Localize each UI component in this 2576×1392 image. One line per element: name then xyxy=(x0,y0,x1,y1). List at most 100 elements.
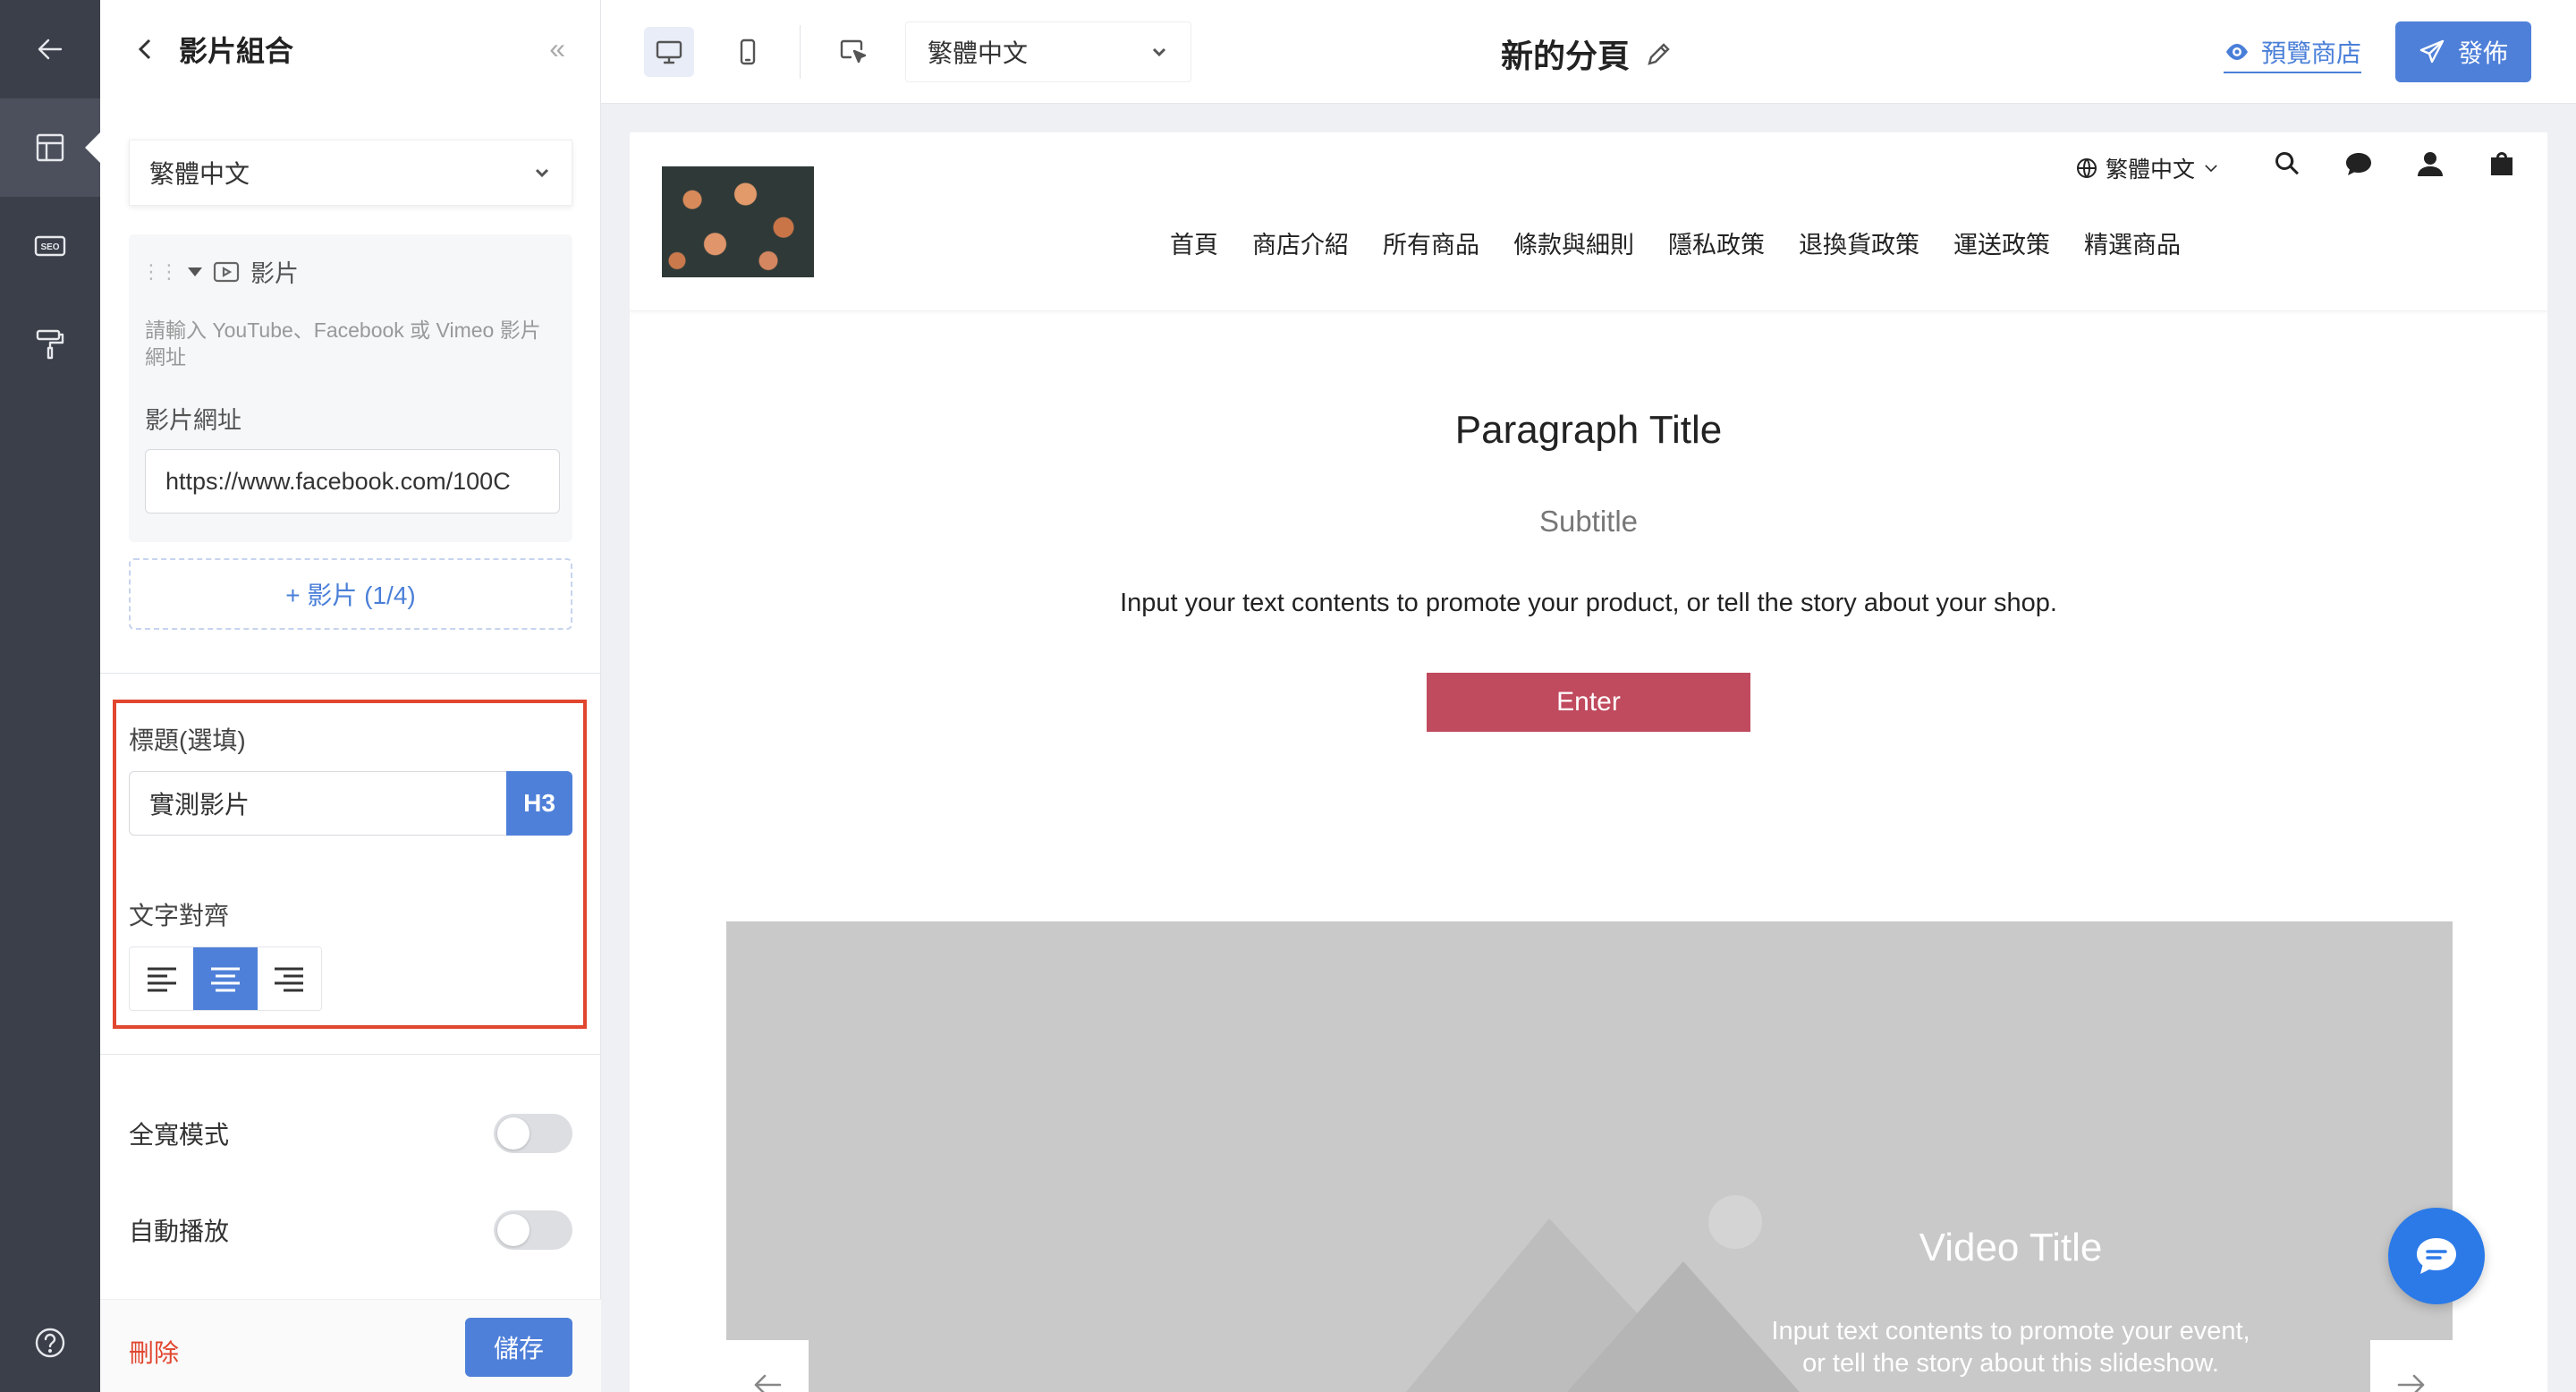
video-item-header[interactable]: ⋮⋮ 影片 xyxy=(141,254,299,289)
autoplay-toggle[interactable] xyxy=(494,1210,572,1250)
collapse-panel-icon[interactable]: « xyxy=(549,32,565,65)
nav-item-featured[interactable]: 精選商品 xyxy=(2084,225,2181,260)
heading-level-button[interactable]: H3 xyxy=(506,771,572,836)
chat-bubble-icon xyxy=(2417,1238,2456,1274)
add-video-button[interactable]: + 影片 (1/4) xyxy=(129,558,572,630)
help-button[interactable] xyxy=(0,1294,100,1392)
publish-label: 發佈 xyxy=(2457,39,2508,67)
back-button[interactable] xyxy=(0,0,100,98)
full-width-label: 全寬模式 xyxy=(129,1121,230,1149)
delete-button[interactable]: 刪除 xyxy=(129,1334,179,1370)
cursor-select-icon xyxy=(840,39,867,64)
paper-plane-icon xyxy=(2419,39,2445,64)
pencil-icon[interactable] xyxy=(1644,38,1674,69)
store-logo[interactable] xyxy=(662,166,814,277)
enter-button[interactable]: Enter xyxy=(1427,673,1750,732)
video-url-input[interactable] xyxy=(145,449,560,514)
video-title: Video Title xyxy=(1919,1226,2103,1269)
nav-item-home[interactable]: 首頁 xyxy=(1170,225,1218,260)
chat-support-button[interactable] xyxy=(2388,1208,2485,1304)
publish-button[interactable]: 發佈 xyxy=(2395,21,2531,82)
user-icon[interactable] xyxy=(2415,149,2445,179)
autoplay-row: 自動播放 xyxy=(129,1208,572,1252)
slide-prev-button[interactable] xyxy=(726,1340,809,1392)
store-header: 繁體中文 首頁 商店介紹 所有商品 條款與細則 隱私政策 退換貨政策 運送政策 … xyxy=(630,132,2547,311)
video-url-hint: 請輸入 YouTube、Facebook 或 Vimeo 影片網址 xyxy=(145,318,541,369)
desktop-view-button[interactable] xyxy=(644,27,694,77)
nav-item-about[interactable]: 商店介紹 xyxy=(1252,225,1349,260)
mobile-icon xyxy=(740,38,756,65)
align-center-button[interactable] xyxy=(193,947,258,1010)
store-language-value: 繁體中文 xyxy=(2106,157,2196,182)
paragraph-body: Input your text contents to promote your… xyxy=(1120,589,2057,617)
arrow-right-icon xyxy=(2397,1374,2425,1392)
layout-icon xyxy=(36,133,64,162)
nav-item-all-products[interactable]: 所有商品 xyxy=(1383,225,1479,260)
cart-icon[interactable] xyxy=(2487,149,2517,179)
chevron-down-icon xyxy=(1152,47,1166,57)
video-description: Input text contents to promote your even… xyxy=(1698,1315,2324,1379)
mobile-view-button[interactable] xyxy=(723,27,773,77)
align-right-button[interactable] xyxy=(258,947,321,1010)
seo-icon: SEO xyxy=(34,235,66,257)
panel-language-select[interactable]: 繁體中文 xyxy=(129,140,572,206)
theme-button[interactable] xyxy=(0,295,100,394)
store-nav: 首頁 商店介紹 所有商品 條款與細則 隱私政策 退換貨政策 運送政策 精選商品 xyxy=(1170,225,2181,260)
sidebar-rail: SEO xyxy=(0,0,100,1392)
page-name-text: 新的分頁 xyxy=(1501,38,1631,74)
text-align-label: 文字對齊 xyxy=(129,902,230,929)
paragraph-subtitle: Subtitle xyxy=(1538,505,1639,538)
heading-label: 標題(選填) xyxy=(129,726,246,754)
store-language-select[interactable]: 繁體中文 xyxy=(2075,152,2220,184)
preview-store-link[interactable]: 預覽商店 xyxy=(2224,34,2362,73)
help-icon xyxy=(35,1328,65,1358)
video-description-line: or tell the story about this slideshow. xyxy=(1802,1349,2219,1378)
chevron-left-icon[interactable] xyxy=(132,36,159,63)
nav-item-returns[interactable]: 退換貨政策 xyxy=(1799,225,1919,260)
globe-icon xyxy=(2077,158,2097,178)
align-right-icon xyxy=(275,967,304,992)
video-description-line: Input text contents to promote your even… xyxy=(1771,1317,2250,1345)
layout-button[interactable] xyxy=(0,98,100,197)
nav-item-privacy[interactable]: 隱私政策 xyxy=(1668,225,1765,260)
panel-footer: 刪除 儲存 xyxy=(100,1299,601,1392)
arrow-left-icon xyxy=(754,1374,782,1392)
svg-text:SEO: SEO xyxy=(40,242,59,252)
heading-input[interactable] xyxy=(129,771,506,836)
video-icon xyxy=(213,261,240,282)
paint-roller-icon xyxy=(36,329,64,360)
nav-item-shipping[interactable]: 運送政策 xyxy=(1953,225,2050,260)
video-slideshow: Video Title Input text contents to promo… xyxy=(726,921,2453,1392)
align-center-icon xyxy=(210,967,240,992)
toolbar-separator xyxy=(800,25,801,79)
nav-item-terms[interactable]: 條款與細則 xyxy=(1513,225,1634,260)
panel-title: 影片組合 xyxy=(179,35,294,67)
toolbar-language-select[interactable]: 繁體中文 xyxy=(905,21,1191,82)
page-name: 新的分頁 xyxy=(1501,30,1674,77)
caret-down-icon[interactable] xyxy=(188,267,202,276)
drag-handle-icon[interactable]: ⋮⋮ xyxy=(141,260,179,284)
align-left-icon xyxy=(147,967,176,992)
panel-header: 影片組合 « xyxy=(100,0,601,98)
save-button[interactable]: 儲存 xyxy=(465,1318,572,1377)
full-width-row: 全寬模式 xyxy=(129,1111,572,1156)
section-divider xyxy=(100,1054,601,1055)
select-element-button[interactable] xyxy=(828,27,878,77)
align-left-button[interactable] xyxy=(130,947,193,1010)
chat-icon[interactable] xyxy=(2343,149,2374,179)
eye-icon xyxy=(2226,44,2248,60)
chevron-down-icon xyxy=(2205,165,2217,173)
add-video-label: + 影片 (1/4) xyxy=(285,581,416,609)
full-width-toggle[interactable] xyxy=(494,1114,572,1153)
slide-next-button[interactable] xyxy=(2370,1340,2453,1392)
video-item-card: ⋮⋮ 影片 請輸入 YouTube、Facebook 或 Vimeo 影片網址 … xyxy=(129,234,572,542)
video-url-label: 影片網址 xyxy=(145,407,242,434)
toolbar-language-value: 繁體中文 xyxy=(928,39,1029,67)
section-divider xyxy=(100,673,601,674)
search-icon[interactable] xyxy=(2272,149,2302,179)
heading-input-group: H3 xyxy=(129,771,572,836)
seo-button[interactable]: SEO xyxy=(0,197,100,295)
top-toolbar: 繁體中文 新的分頁 預覽商店 發佈 xyxy=(601,0,2576,104)
paragraph-title: Paragraph Title xyxy=(1454,408,1723,452)
arrow-left-icon xyxy=(38,38,63,60)
